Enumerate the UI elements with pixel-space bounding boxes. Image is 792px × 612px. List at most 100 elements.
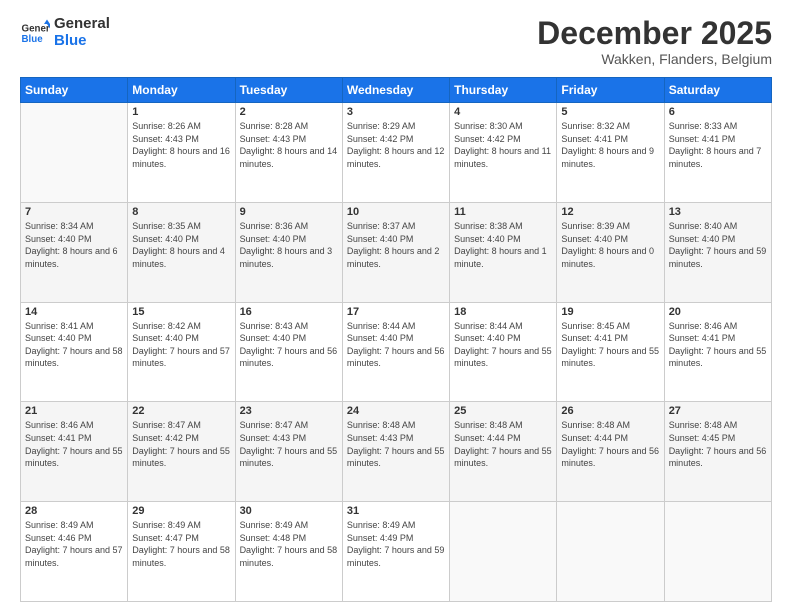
- calendar-cell: 28Sunrise: 8:49 AMSunset: 4:46 PMDayligh…: [21, 502, 128, 602]
- calendar-cell: 6 Sunrise: 8:33 AMSunset: 4:41 PMDaylight…: [664, 103, 771, 203]
- day-info: Sunrise: 8:47 AMSunset: 4:43 PMDaylight:…: [240, 419, 338, 469]
- calendar-cell: 18 Sunrise: 8:44 AMSunset: 4:40 PMDayligh…: [450, 302, 557, 402]
- main-title: December 2025: [537, 16, 772, 51]
- calendar-header-saturday: Saturday: [664, 78, 771, 103]
- day-info: Sunrise: 8:40 AMSunset: 4:40 PMDaylight:…: [669, 220, 767, 270]
- calendar-cell: 26Sunrise: 8:48 AMSunset: 4:44 PMDayligh…: [557, 402, 664, 502]
- calendar-cell: 14 Sunrise: 8:41 AMSunset: 4:40 PMDayligh…: [21, 302, 128, 402]
- logo-line1: General: [54, 16, 110, 33]
- calendar-week-row: 21Sunrise: 8:46 AMSunset: 4:41 PMDayligh…: [21, 402, 772, 502]
- day-info: Sunrise: 8:47 AMSunset: 4:42 PMDaylight:…: [132, 419, 230, 469]
- calendar-cell: [557, 502, 664, 602]
- calendar-cell: 30 Sunrise: 8:49 AMSunset: 4:48 PMDayligh…: [235, 502, 342, 602]
- day-info: Sunrise: 8:49 AMSunset: 4:48 PMDaylight:…: [240, 519, 338, 569]
- calendar-cell: 2 Sunrise: 8:28 AMSunset: 4:43 PMDaylight…: [235, 103, 342, 203]
- day-number: 20: [669, 306, 767, 318]
- day-info: Sunrise: 8:35 AMSunset: 4:40 PMDaylight:…: [132, 220, 230, 270]
- day-info: Sunrise: 8:26 AMSunset: 4:43 PMDaylight:…: [132, 120, 230, 170]
- title-block: December 2025 Wakken, Flanders, Belgium: [537, 16, 772, 67]
- day-number: 7: [25, 206, 123, 218]
- day-info: Sunrise: 8:49 AMSunset: 4:46 PMDaylight:…: [25, 519, 123, 569]
- day-info: Sunrise: 8:33 AMSunset: 4:41 PMDaylight:…: [669, 120, 767, 170]
- calendar-cell: [450, 502, 557, 602]
- day-info: Sunrise: 8:44 AMSunset: 4:40 PMDaylight:…: [347, 320, 445, 370]
- day-info: Sunrise: 8:37 AMSunset: 4:40 PMDaylight:…: [347, 220, 445, 270]
- calendar-cell: 12 Sunrise: 8:39 AMSunset: 4:40 PMDayligh…: [557, 202, 664, 302]
- day-number: 6: [669, 106, 767, 118]
- calendar-cell: 9 Sunrise: 8:36 AMSunset: 4:40 PMDaylight…: [235, 202, 342, 302]
- day-info: Sunrise: 8:39 AMSunset: 4:40 PMDaylight:…: [561, 220, 659, 270]
- calendar-cell: 16Sunrise: 8:43 AMSunset: 4:40 PMDayligh…: [235, 302, 342, 402]
- day-number: 4: [454, 106, 552, 118]
- day-info: Sunrise: 8:38 AMSunset: 4:40 PMDaylight:…: [454, 220, 552, 270]
- day-number: 29: [132, 505, 230, 517]
- day-number: 11: [454, 206, 552, 218]
- subtitle: Wakken, Flanders, Belgium: [537, 51, 772, 67]
- calendar-cell: 29 Sunrise: 8:49 AMSunset: 4:47 PMDayligh…: [128, 502, 235, 602]
- calendar-header-monday: Monday: [128, 78, 235, 103]
- day-number: 17: [347, 306, 445, 318]
- svg-text:Blue: Blue: [22, 34, 44, 45]
- day-number: 30: [240, 505, 338, 517]
- day-number: 8: [132, 206, 230, 218]
- calendar-cell: 19Sunrise: 8:45 AMSunset: 4:41 PMDayligh…: [557, 302, 664, 402]
- calendar-week-row: 28Sunrise: 8:49 AMSunset: 4:46 PMDayligh…: [21, 502, 772, 602]
- header: General Blue General Blue December 2025 …: [20, 16, 772, 67]
- day-info: Sunrise: 8:48 AMSunset: 4:44 PMDaylight:…: [561, 419, 659, 469]
- day-number: 12: [561, 206, 659, 218]
- day-number: 9: [240, 206, 338, 218]
- calendar-header-thursday: Thursday: [450, 78, 557, 103]
- day-number: 1: [132, 106, 230, 118]
- calendar-header-wednesday: Wednesday: [342, 78, 449, 103]
- calendar-week-row: 1 Sunrise: 8:26 AMSunset: 4:43 PMDaylight…: [21, 103, 772, 203]
- calendar-cell: 5Sunrise: 8:32 AMSunset: 4:41 PMDaylight…: [557, 103, 664, 203]
- day-info: Sunrise: 8:46 AMSunset: 4:41 PMDaylight:…: [669, 320, 767, 370]
- day-info: Sunrise: 8:32 AMSunset: 4:41 PMDaylight:…: [561, 120, 659, 170]
- day-info: Sunrise: 8:41 AMSunset: 4:40 PMDaylight:…: [25, 320, 123, 370]
- day-number: 25: [454, 405, 552, 417]
- calendar-cell: 27Sunrise: 8:48 AMSunset: 4:45 PMDayligh…: [664, 402, 771, 502]
- day-number: 18: [454, 306, 552, 318]
- calendar-cell: [21, 103, 128, 203]
- calendar-cell: 8 Sunrise: 8:35 AMSunset: 4:40 PMDaylight…: [128, 202, 235, 302]
- calendar-table: SundayMondayTuesdayWednesdayThursdayFrid…: [20, 77, 772, 602]
- logo-line2: Blue: [54, 33, 110, 50]
- calendar-cell: 23 Sunrise: 8:47 AMSunset: 4:43 PMDayligh…: [235, 402, 342, 502]
- day-info: Sunrise: 8:49 AMSunset: 4:47 PMDaylight:…: [132, 519, 230, 569]
- calendar-cell: 1 Sunrise: 8:26 AMSunset: 4:43 PMDaylight…: [128, 103, 235, 203]
- calendar-cell: 3Sunrise: 8:29 AMSunset: 4:42 PMDaylight…: [342, 103, 449, 203]
- calendar-cell: 10Sunrise: 8:37 AMSunset: 4:40 PMDayligh…: [342, 202, 449, 302]
- calendar-cell: 31Sunrise: 8:49 AMSunset: 4:49 PMDayligh…: [342, 502, 449, 602]
- calendar-header-row: SundayMondayTuesdayWednesdayThursdayFrid…: [21, 78, 772, 103]
- calendar-header-friday: Friday: [557, 78, 664, 103]
- calendar-header-tuesday: Tuesday: [235, 78, 342, 103]
- calendar-cell: 7 Sunrise: 8:34 AMSunset: 4:40 PMDaylight…: [21, 202, 128, 302]
- logo: General Blue General Blue: [20, 16, 110, 49]
- day-info: Sunrise: 8:48 AMSunset: 4:44 PMDaylight:…: [454, 419, 552, 469]
- day-info: Sunrise: 8:49 AMSunset: 4:49 PMDaylight:…: [347, 519, 445, 569]
- day-number: 19: [561, 306, 659, 318]
- day-number: 14: [25, 306, 123, 318]
- day-info: Sunrise: 8:28 AMSunset: 4:43 PMDaylight:…: [240, 120, 338, 170]
- calendar-cell: [664, 502, 771, 602]
- calendar-cell: 22 Sunrise: 8:47 AMSunset: 4:42 PMDayligh…: [128, 402, 235, 502]
- calendar-week-row: 14 Sunrise: 8:41 AMSunset: 4:40 PMDayligh…: [21, 302, 772, 402]
- day-info: Sunrise: 8:48 AMSunset: 4:45 PMDaylight:…: [669, 419, 767, 469]
- day-info: Sunrise: 8:43 AMSunset: 4:40 PMDaylight:…: [240, 320, 338, 370]
- calendar-week-row: 7 Sunrise: 8:34 AMSunset: 4:40 PMDaylight…: [21, 202, 772, 302]
- calendar-header-sunday: Sunday: [21, 78, 128, 103]
- svg-text:General: General: [22, 23, 51, 34]
- day-number: 22: [132, 405, 230, 417]
- calendar-cell: 4Sunrise: 8:30 AMSunset: 4:42 PMDaylight…: [450, 103, 557, 203]
- day-number: 21: [25, 405, 123, 417]
- calendar-cell: 17 Sunrise: 8:44 AMSunset: 4:40 PMDayligh…: [342, 302, 449, 402]
- page: General Blue General Blue December 2025 …: [0, 0, 792, 612]
- calendar-cell: 20 Sunrise: 8:46 AMSunset: 4:41 PMDayligh…: [664, 302, 771, 402]
- calendar-cell: 13Sunrise: 8:40 AMSunset: 4:40 PMDayligh…: [664, 202, 771, 302]
- day-info: Sunrise: 8:36 AMSunset: 4:40 PMDaylight:…: [240, 220, 338, 270]
- day-info: Sunrise: 8:48 AMSunset: 4:43 PMDaylight:…: [347, 419, 445, 469]
- day-number: 23: [240, 405, 338, 417]
- day-number: 2: [240, 106, 338, 118]
- day-info: Sunrise: 8:34 AMSunset: 4:40 PMDaylight:…: [25, 220, 123, 270]
- day-info: Sunrise: 8:44 AMSunset: 4:40 PMDaylight:…: [454, 320, 552, 370]
